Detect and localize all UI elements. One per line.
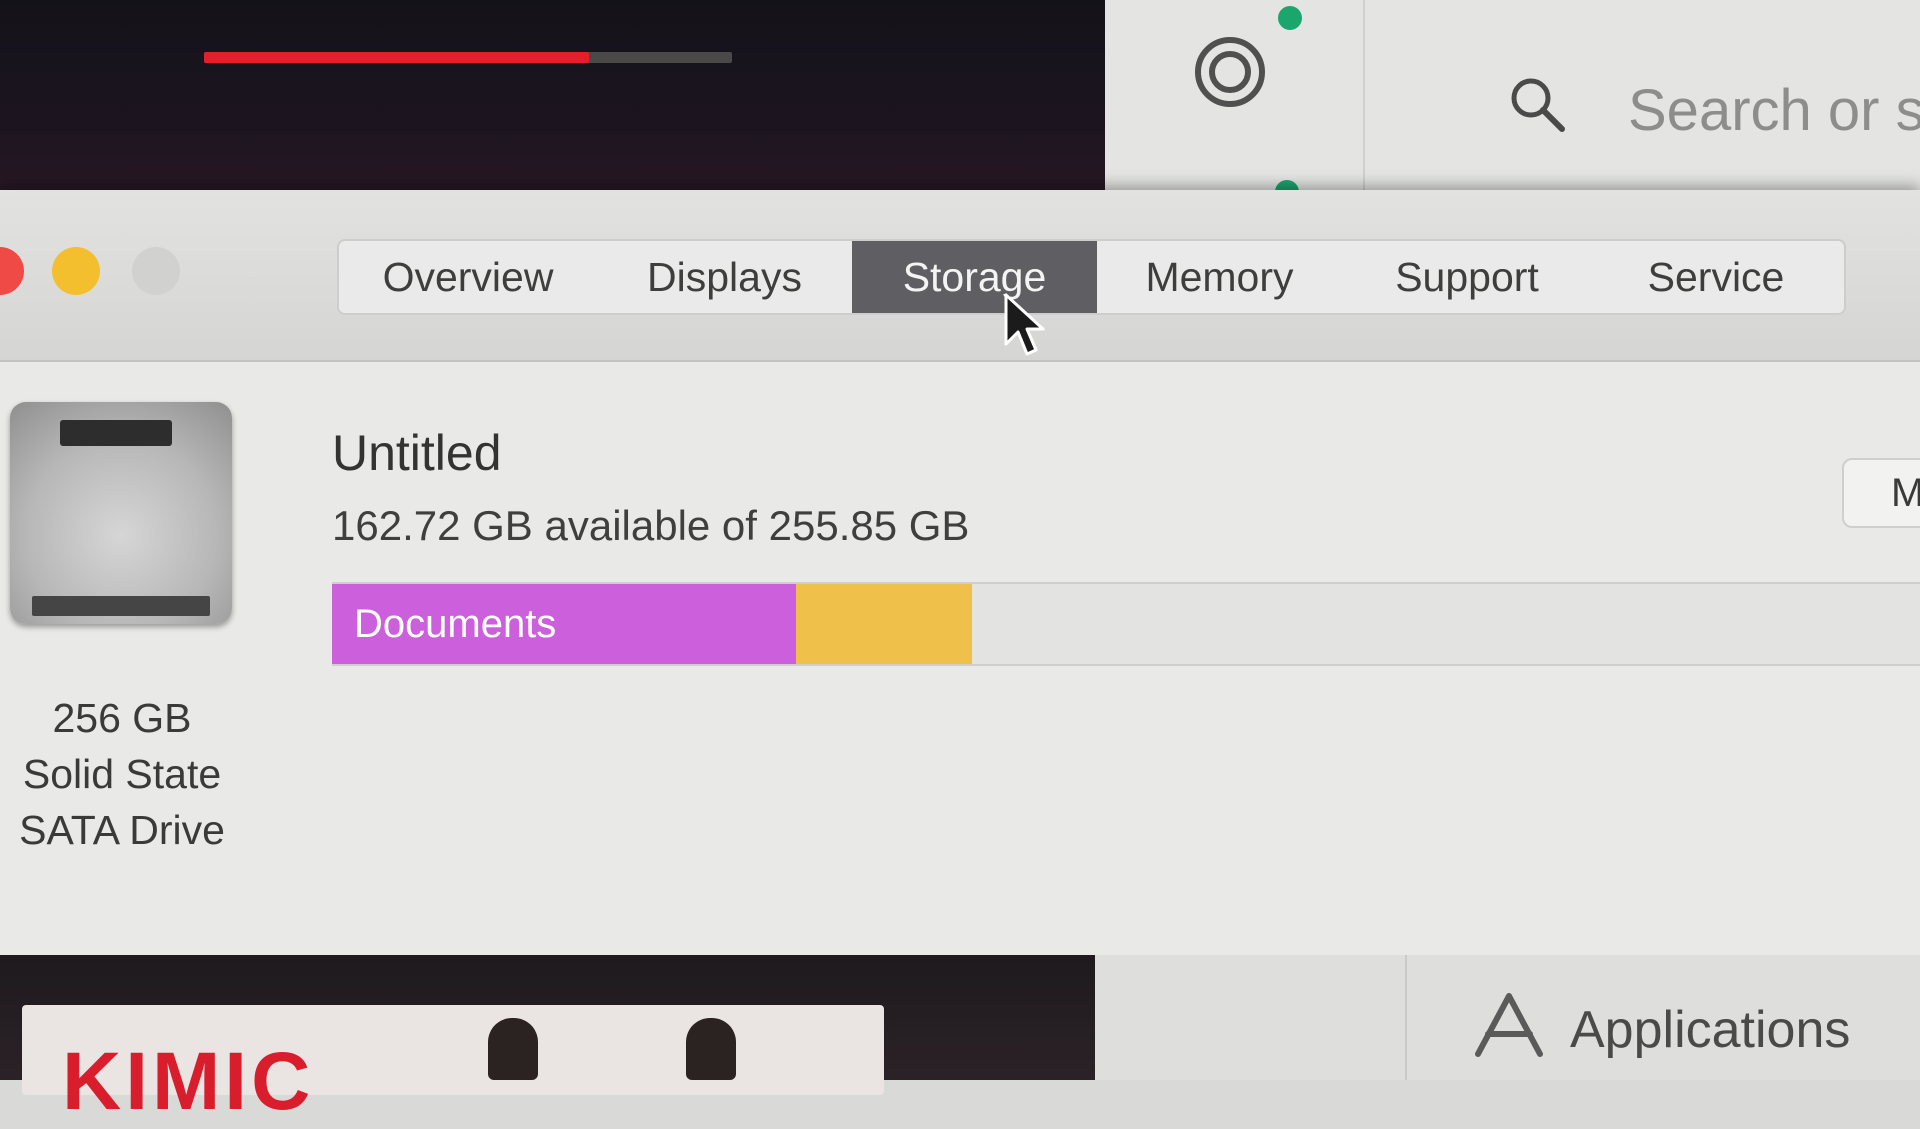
- status-dot-icon: [1278, 6, 1302, 30]
- tab-bar: Overview Displays Storage Memory Support…: [337, 239, 1846, 315]
- search-icon[interactable]: [1506, 73, 1568, 135]
- manage-button[interactable]: M: [1842, 458, 1920, 528]
- hard-drive-icon: [10, 402, 232, 624]
- sidebar-item-applications[interactable]: Applications: [1570, 1000, 1850, 1060]
- thumbnail-person: [488, 1018, 538, 1080]
- minimize-button[interactable]: [52, 247, 100, 295]
- volume-availability: 162.72 GB available of 255.85 GB: [332, 502, 970, 549]
- storage-segment-documents[interactable]: Documents: [332, 584, 796, 664]
- about-this-mac-window: Overview Displays Storage Memory Support…: [0, 190, 1920, 965]
- tab-overview[interactable]: Overview: [339, 241, 597, 313]
- tab-support[interactable]: Support: [1342, 241, 1592, 313]
- drive-connector: [32, 596, 210, 616]
- drive-type-line2: SATA Drive: [19, 807, 225, 853]
- storage-usage-bar: Documents: [332, 582, 1920, 666]
- background-video-player: [0, 0, 1105, 210]
- video-progress-fill: [204, 52, 590, 63]
- thumbnail-person: [686, 1018, 736, 1080]
- window-titlebar: Overview Displays Storage Memory Support…: [0, 190, 1920, 362]
- tab-service[interactable]: Service: [1592, 241, 1840, 313]
- extension-icon[interactable]: [1185, 22, 1275, 112]
- storage-segment-other[interactable]: [796, 584, 972, 664]
- tab-memory[interactable]: Memory: [1097, 241, 1342, 313]
- storage-pane: 256 GB Solid State SATA Drive Untitled 1…: [0, 360, 1920, 965]
- tab-storage[interactable]: Storage: [852, 241, 1097, 313]
- finder-divider: [1405, 955, 1407, 1080]
- mouse-cursor-icon: [1004, 293, 1045, 356]
- thumbnail-title: KIMIC: [62, 1036, 315, 1127]
- video-progress-bar[interactable]: [204, 52, 732, 63]
- applications-icon: [1475, 993, 1543, 1057]
- zoom-button[interactable]: [132, 247, 180, 295]
- drive-label-plate: [60, 420, 172, 446]
- search-input[interactable]: Search or s: [1628, 77, 1920, 144]
- drive-capacity: 256 GB: [52, 695, 192, 741]
- tab-displays[interactable]: Displays: [597, 241, 852, 313]
- volume-name: Untitled: [332, 425, 502, 481]
- toolbar-divider: [1363, 0, 1365, 210]
- drive-description: 256 GB Solid State SATA Drive: [0, 690, 244, 858]
- close-button[interactable]: [0, 247, 24, 295]
- drive-type-line1: Solid State: [22, 751, 222, 797]
